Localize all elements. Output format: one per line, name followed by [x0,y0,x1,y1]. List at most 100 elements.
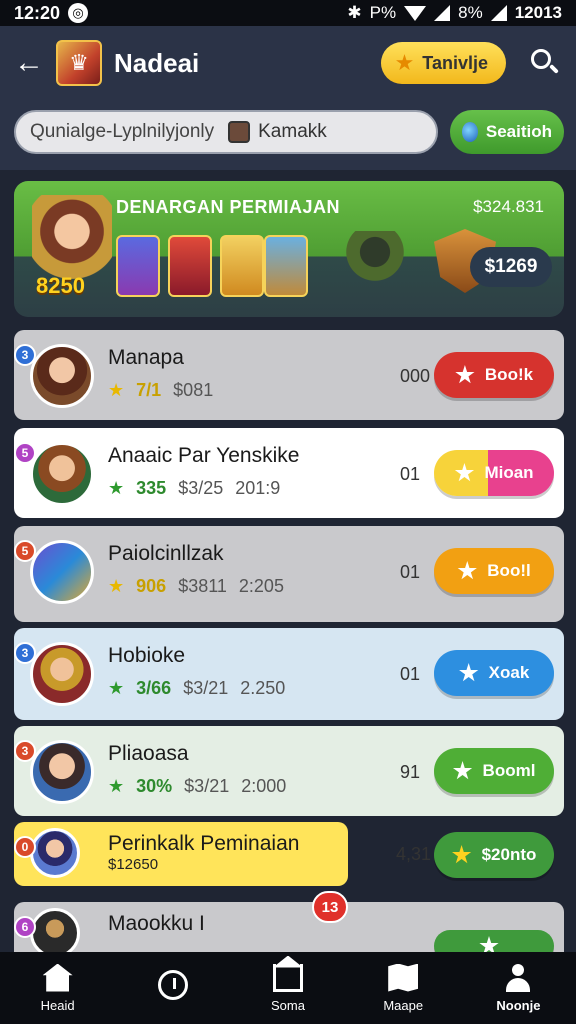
hero-card-image [116,235,160,297]
item-meta: ★ 3/66 $3/21 2.250 [108,678,285,699]
arrow-left-icon[interactable]: ← [14,46,44,80]
battery-text: P% [369,3,397,22]
item-extra: 2:205 [238,576,284,596]
nav-label: Heaid [40,997,75,1013]
nav-item-map[interactable]: Maape [346,952,461,1024]
star-icon: ★ [108,380,125,400]
banner-price[interactable]: $1269 [470,247,552,287]
item-count: 000 [400,366,431,386]
nav-label: Noonje [496,997,541,1013]
avatar[interactable] [30,344,94,408]
rewards-button[interactable]: ★ Tanivlje [380,42,506,84]
nav-label: Soma [271,997,305,1013]
avatar[interactable] [30,828,80,878]
signal-text: 8% [458,3,483,22]
item-name: Pliaoasa [108,742,189,765]
action-label: Booml [482,761,536,780]
item-action-button[interactable]: Boo!k [434,352,554,398]
nav-item-history[interactable] [115,952,230,1024]
nav-label: Maape [383,997,424,1013]
item-action-button[interactable]: Boo!l [434,548,554,594]
item-meta: ★ 7/1 $081 [108,380,213,401]
home-icon [42,963,73,992]
search-query: Qunialge-Lyplnilyjonly [30,121,215,142]
item-name: Maookku I [108,912,205,935]
avatar[interactable] [30,540,94,604]
user-icon [503,963,533,992]
hero-card-image [220,235,264,297]
banner-amount: $324.831 [473,197,544,216]
action-label: Boo!l [487,561,531,580]
item-meta: ★ 335 $3/25 201:9 [108,478,280,499]
action-icon [454,463,475,482]
search-keyword: Kamakk [258,121,327,142]
item-rating: 335 [136,478,167,498]
search-button[interactable]: Seaitioh [450,110,564,154]
notification-badge[interactable]: 13 [312,891,348,923]
map-icon [388,963,419,992]
item-action-button[interactable]: Mioan [434,450,554,496]
action-icon [451,845,472,864]
knight-character-image [346,231,404,301]
avatar[interactable] [30,740,94,804]
rank-badge: 3 [14,740,36,762]
item-meta: $12650 [108,856,158,873]
search-button-label: Seaitioh [485,122,552,141]
rank-badge: 5 [14,540,36,562]
item-action-button[interactable]: $20nto [434,832,554,878]
item-meta: ★ 906 $3811 2:205 [108,576,284,597]
rank-badge: 3 [14,642,36,664]
list-item[interactable]: 3 Hobioke ★ 3/66 $3/21 2.250 01 Xoak [14,628,564,720]
list-item[interactable]: 3 Manapa ★ 7/1 $081 000 Boo!k [14,330,564,420]
banner-title: DENARGAN PERMIAJAN [116,197,341,217]
item-price: $3/25 [178,478,224,498]
globe-icon [462,122,478,142]
item-action-button[interactable]: Booml [434,748,554,794]
nav-item-home[interactable]: Heaid [0,952,115,1024]
nav-item-store[interactable]: Soma [230,952,345,1024]
bluetooth-icon: ✱ [347,3,362,22]
item-count: 91 [400,762,421,782]
promo-banner[interactable]: 8250 DENARGAN PERMIAJAN $324.831 $1269 [14,181,564,317]
store-icon [273,963,303,992]
app-notification-icon: ◎ [68,3,89,23]
avatar[interactable] [30,908,80,958]
signal-icon [434,5,451,21]
list-item[interactable]: 5 Anaaic Par Yenskike ★ 335 $3/25 201:9 01 Mioa… [14,428,564,518]
star-icon: ★ [108,478,125,498]
item-price: $3/21 [183,678,229,698]
item-rating: 906 [136,576,167,596]
filter-icon[interactable] [228,121,251,143]
list-item[interactable]: 3 Pliaoasa ★ 30% $3/21 2:000 91 Booml [14,726,564,816]
rank-badge: 3 [14,344,36,366]
list-item[interactable]: 5 Paiolcinllzak ★ 906 $3811 2:205 01 Boo!l [14,526,564,622]
item-meta: ★ 30% $3/21 2:000 [108,776,286,797]
status-time: 12:20 [14,2,61,23]
item-rating: 30% [136,776,173,796]
avatar[interactable] [30,642,94,706]
avatar[interactable] [30,442,94,506]
item-extra: 201:9 [235,478,281,498]
search-input[interactable]: Qunialge-Lyplnilyjonly Kamakk [14,110,438,154]
item-name: Hobioke [108,644,186,667]
item-name: Paiolcinllzak [108,542,224,565]
status-clock-right: 12013 [514,3,562,22]
list-item[interactable]: 0 Perinkalk Peminaian $12650 4,31 $20nto [14,822,554,886]
status-bar: 12:20 ◎ ✱ P% 8% 12013 [0,0,576,26]
signal-icon-2 [490,5,507,21]
rewards-label: Tanivlje [422,52,488,73]
item-action-button[interactable]: Xoak [434,650,554,696]
item-rating: 3/66 [136,678,172,698]
action-label: Xoak [488,663,530,682]
action-icon [452,761,473,780]
app-avatar[interactable]: ♛ [56,40,102,86]
action-label: $20nto [481,845,537,864]
nav-item-profile[interactable]: Noonje [461,952,576,1024]
search-icon[interactable] [528,46,562,80]
page-title: Nadeai [114,47,200,78]
hero-value: 8250 [36,273,85,298]
action-icon [459,663,479,682]
app-header: ← ♛ Nadeai ★ Tanivlje [0,26,576,100]
item-name: Manapa [108,346,184,369]
item-count: 4,31 [396,844,432,864]
